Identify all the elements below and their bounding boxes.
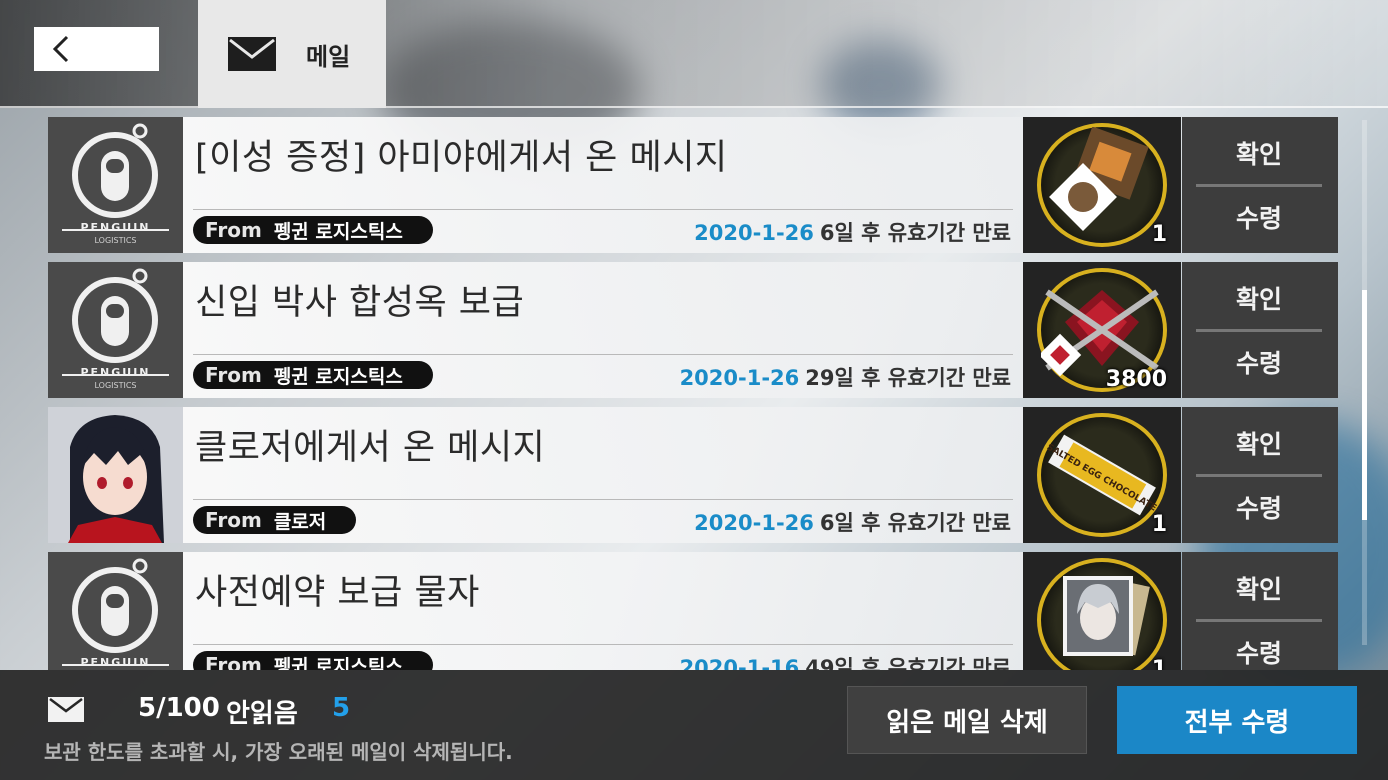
divider <box>193 499 1013 500</box>
logo-text-penguin: PENGUIN <box>80 221 151 234</box>
reward-count: 3800 <box>1105 367 1167 392</box>
action-cell: 확인 수령 <box>1182 117 1338 253</box>
mail-body[interactable]: [이성 증정] 아미야에게서 온 메시지 From 펭귄 로지스틱스 2020-… <box>183 117 1023 253</box>
mail-count: 5/100 <box>138 693 220 723</box>
sender-name: 펭귄 로지스틱스 <box>273 365 403 388</box>
confirm-button[interactable]: 확인 <box>1196 560 1322 616</box>
chevron-left-icon <box>52 35 69 63</box>
divider <box>193 354 1013 355</box>
reward-cell[interactable]: SALTED EGG CHOCOLATE 1 <box>1023 407 1181 543</box>
claim-button[interactable]: 수령 <box>1196 624 1322 670</box>
mail-body[interactable]: 클로저에게서 온 메시지 From 클로저 2020-1-26 6일 후 유효기간… <box>183 407 1023 543</box>
mail-item[interactable]: PENGUIN 사전예약 보급 물자 From 펭귄 로지스틱스 2020-1-… <box>48 552 1338 670</box>
divider <box>1196 184 1322 187</box>
envelope-icon <box>48 697 84 722</box>
mail-title: 클로저에게서 온 메시지 <box>195 428 546 468</box>
expiry-text: 2020-1-26 6일 후 유효기간 만료 <box>694 507 1011 537</box>
tab-label: 메일 <box>306 42 351 71</box>
sender-pill: From 펭귄 로지스틱스 <box>193 216 433 244</box>
expiry-label: 6일 후 유효기간 만료 <box>819 221 1011 245</box>
mail-title: 신입 박사 합성옥 보급 <box>195 283 525 323</box>
reward-count: 1 <box>1151 657 1167 670</box>
sender-name: 클로저 <box>273 510 327 533</box>
confirm-button[interactable]: 확인 <box>1196 270 1322 326</box>
scrollbar[interactable] <box>1362 120 1367 645</box>
mail-item[interactable]: PENGUIN LOGISTICS 신입 박사 합성옥 보급 From 펭귄 로… <box>48 262 1338 398</box>
expiry-label: 6일 후 유효기간 만료 <box>819 511 1011 535</box>
claim-button[interactable]: 수령 <box>1196 189 1322 245</box>
claim-button[interactable]: 수령 <box>1196 479 1322 535</box>
mail-date: 2020-1-26 <box>694 511 814 535</box>
logo-text-logistics: LOGISTICS <box>94 236 137 245</box>
divider <box>1196 329 1322 332</box>
sender-pill: From 클로저 <box>193 506 357 534</box>
mail-list[interactable]: PENGUIN LOGISTICS [이성 증정] 아미야에게서 온 메시지 F… <box>48 117 1338 670</box>
chocolate-label: SALTED EGG CHOCOLATE <box>1045 443 1158 514</box>
expiry-label: 29일 후 유효기간 만료 <box>805 366 1011 390</box>
mail-item[interactable]: 클로저에게서 온 메시지 From 클로저 2020-1-26 6일 후 유효기간… <box>48 407 1338 543</box>
reward-count: 1 <box>1151 222 1167 247</box>
penguin-logistics-logo: PENGUIN LOGISTICS <box>48 262 183 398</box>
expiry-text: 2020-1-16 49일 후 유효기간 만료 <box>680 652 1011 670</box>
storage-notice: 보관 한도를 초과할 시, 가장 오래된 메일이 삭제됩니다. <box>44 740 513 764</box>
action-cell: 확인 수령 <box>1182 552 1338 670</box>
mail-date: 2020-1-26 <box>679 366 800 390</box>
sender-pill: From 펭귄 로지스틱스 <box>193 361 433 389</box>
action-cell: 확인 수령 <box>1182 262 1338 398</box>
confirm-button[interactable]: 확인 <box>1196 415 1322 471</box>
penguin-logistics-logo: PENGUIN LOGISTICS <box>48 117 183 253</box>
logo-text-penguin: PENGUIN <box>80 656 151 669</box>
mail-body[interactable]: 사전예약 보급 물자 From 펭귄 로지스틱스 2020-1-16 49일 후 … <box>183 552 1023 670</box>
expiry-text: 2020-1-26 6일 후 유효기간 만료 <box>694 217 1011 247</box>
back-button[interactable] <box>34 27 159 71</box>
mail-body[interactable]: 신입 박사 합성옥 보급 From 펭귄 로지스틱스 2020-1-26 29일 … <box>183 262 1023 398</box>
envelope-icon <box>228 37 276 71</box>
divider <box>193 209 1013 210</box>
sender-name: 펭귄 로지스틱스 <box>273 655 403 671</box>
unread-count: 5 <box>332 693 351 723</box>
from-label: From <box>205 218 262 242</box>
from-label: From <box>205 653 262 670</box>
penguin-logistics-logo: PENGUIN <box>48 552 183 670</box>
expiry-text: 2020-1-26 29일 후 유효기간 만료 <box>680 362 1011 392</box>
mail-date: 2020-1-26 <box>694 221 814 245</box>
mail-title: [이성 증정] 아미야에게서 온 메시지 <box>195 138 728 178</box>
chocolate-icon: SALTED EGG CHOCOLATE <box>1037 413 1167 537</box>
closure-portrait <box>48 407 183 543</box>
logo-text-penguin: PENGUIN <box>80 366 151 379</box>
reward-cell[interactable]: 1 <box>1023 552 1181 670</box>
amiya-gift-icon <box>1037 123 1167 247</box>
mail-item[interactable]: PENGUIN LOGISTICS [이성 증정] 아미야에게서 온 메시지 F… <box>48 117 1338 253</box>
divider <box>193 644 1013 645</box>
sender-pill: From 펭귄 로지스틱스 <box>193 651 433 670</box>
reward-count: 1 <box>1151 512 1167 537</box>
confirm-button[interactable]: 확인 <box>1196 125 1322 181</box>
operator-card-icon <box>1037 558 1167 670</box>
divider <box>1196 474 1322 477</box>
delete-read-button[interactable]: 읽은 메일 삭제 <box>847 686 1087 754</box>
sender-name: 펭귄 로지스틱스 <box>273 220 403 243</box>
reward-cell[interactable]: 1 <box>1023 117 1181 253</box>
claim-all-button[interactable]: 전부 수령 <box>1117 686 1357 754</box>
unread-label: 안읽음 <box>226 699 298 729</box>
claim-button[interactable]: 수령 <box>1196 334 1322 390</box>
tab-mail[interactable]: 메일 <box>198 0 386 108</box>
action-cell: 확인 수령 <box>1182 407 1338 543</box>
from-label: From <box>205 508 262 532</box>
scrollbar-thumb[interactable] <box>1362 290 1367 520</box>
from-label: From <box>205 363 262 387</box>
expiry-label: 49일 후 유효기간 만료 <box>805 656 1011 670</box>
reward-cell[interactable]: 3800 <box>1023 262 1181 398</box>
mail-title: 사전예약 보급 물자 <box>195 573 480 613</box>
mail-date: 2020-1-16 <box>679 656 800 670</box>
logo-text-logistics: LOGISTICS <box>94 381 137 390</box>
divider <box>1196 619 1322 622</box>
